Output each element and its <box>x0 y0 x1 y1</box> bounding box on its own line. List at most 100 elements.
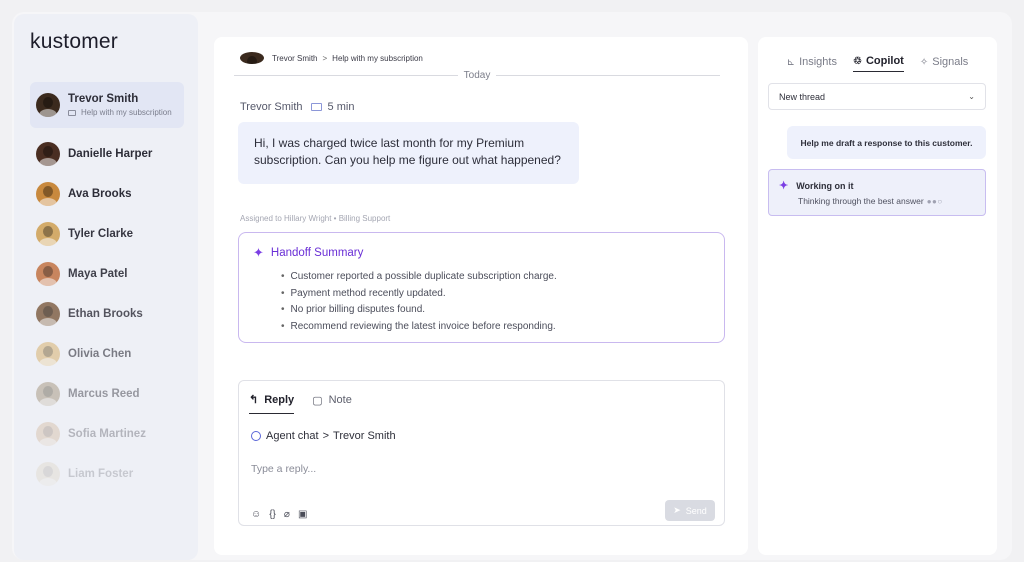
breadcrumb-contact[interactable]: Trevor Smith <box>272 54 318 63</box>
sidebar-contact[interactable]: Liam Foster <box>30 454 184 494</box>
handoff-item: Customer reported a possible duplicate s… <box>281 269 710 286</box>
send-label: Send <box>685 505 707 516</box>
sidebar-contact[interactable]: Marcus Reed <box>30 374 184 414</box>
breadcrumb: Trevor Smith > Help with my subscription <box>240 52 423 64</box>
status-title-row: ✦ Working on it <box>779 179 975 192</box>
contact-name: Ethan Brooks <box>68 308 143 320</box>
copilot-icon: ♲ <box>852 55 862 67</box>
channel-selector[interactable]: Agent chat > Trevor Smith <box>251 430 396 442</box>
sidebar-contact[interactable]: Danielle Harper <box>30 134 184 174</box>
message-author: Trevor Smith <box>240 101 303 113</box>
tab-reply[interactable]: ↰ Reply <box>249 393 295 414</box>
reply-input[interactable] <box>251 463 691 475</box>
contact-name: Maya Patel <box>68 268 128 280</box>
contact-name: Olivia Chen <box>68 348 132 360</box>
divider-line <box>496 74 720 76</box>
contact-name: Ava Brooks <box>68 188 132 200</box>
sidebar-contact[interactable]: Maya Patel <box>30 254 184 294</box>
contact-avatar <box>36 462 60 486</box>
breadcrumb-separator: > <box>322 53 328 63</box>
copilot-status-card: ✦ Working on it Thinking through the bes… <box>768 169 986 216</box>
divider-line <box>234 74 458 76</box>
handoff-summary-card: ✦ Handoff Summary Customer reported a po… <box>238 232 725 343</box>
contact-text: Marcus Reed <box>68 388 140 400</box>
contact-text: Sofia Martinez <box>68 428 146 440</box>
handoff-item: Payment method recently updated. <box>281 286 710 303</box>
contact-avatar <box>36 262 60 286</box>
reply-composer: ↰ Reply ▢ Note Agent chat > Trevor Smith… <box>238 380 725 526</box>
contact-name: Tyler Clarke <box>68 228 133 240</box>
send-icon: ➤ <box>673 505 681 515</box>
handoff-item: Recommend reviewing the latest invoice b… <box>281 319 710 336</box>
sidebar: kustomer Trevor Smith Help with my subscr… <box>14 14 198 560</box>
sparkle-icon: ✦ <box>253 245 264 260</box>
sidebar-contact[interactable]: Ava Brooks <box>30 174 184 214</box>
sparkle-icon: ✦ <box>779 180 789 192</box>
contact-name: Marcus Reed <box>68 388 140 400</box>
customer-message: Hi, I was charged twice last month for m… <box>238 122 579 184</box>
tab-note-label: Note <box>328 394 352 406</box>
contact-name: Liam Foster <box>68 468 134 480</box>
contact-name: Sofia Martinez <box>68 428 146 440</box>
handoff-title-row: ✦ Handoff Summary <box>253 245 710 261</box>
chat-bubble-icon <box>251 431 261 441</box>
handoff-item: No prior billing disputes found. <box>281 302 710 319</box>
conversation-panel: Trevor Smith > Help with my subscription… <box>214 37 748 555</box>
contact-avatar <box>36 222 60 246</box>
reply-arrow-icon: ↰ <box>249 394 259 406</box>
status-subtitle-row: Thinking through the best answer ●●○ <box>779 196 975 206</box>
thread-select[interactable]: New thread ⌄ <box>768 83 986 110</box>
tab-note[interactable]: ▢ Note <box>312 394 352 414</box>
assignment-info: Assigned to Hillary Wright • Billing Sup… <box>240 214 391 223</box>
contact-list: Trevor Smith Help with my subscription Dan… <box>30 82 184 494</box>
contact-avatar <box>36 142 60 166</box>
send-button[interactable]: ➤ Send <box>665 500 715 521</box>
contact-text: Danielle Harper <box>68 148 152 160</box>
sidebar-contact[interactable]: Ethan Brooks <box>30 294 184 334</box>
sidebar-contact[interactable]: Trevor Smith Help with my subscription <box>30 82 184 128</box>
contact-text: Olivia Chen <box>68 348 131 360</box>
channel-separator: > <box>322 430 330 442</box>
chevron-down-icon: ⌄ <box>968 92 975 101</box>
composer-toolbar: ☺ {} ⌀ ▣ <box>251 509 315 520</box>
status-subtitle: Thinking through the best answer <box>798 196 924 206</box>
contact-text: Ethan Brooks <box>68 308 143 320</box>
variables-icon[interactable]: {} <box>269 509 276 520</box>
recipient-label: Trevor Smith <box>333 430 396 442</box>
contact-name: Danielle Harper <box>68 148 153 160</box>
date-divider: Today <box>234 69 720 81</box>
email-icon <box>310 103 322 111</box>
contact-avatar <box>36 382 60 406</box>
contact-avatar <box>36 302 60 326</box>
copilot-tabs: ⊾ Insights ♲ Copilot ✧ Signals <box>758 37 997 72</box>
thread-select-value: New thread <box>779 91 826 102</box>
contact-text: Trevor Smith Help with my subscription <box>68 93 172 117</box>
contact-text: Ava Brooks <box>68 188 132 200</box>
contact-avatar <box>36 342 60 366</box>
sidebar-contact[interactable]: Sofia Martinez <box>30 414 184 454</box>
contact-subtitle: Help with my subscription <box>68 108 172 117</box>
copilot-user-prompt: Help me draft a response to this custome… <box>787 126 986 159</box>
breadcrumb-topic: Help with my subscription <box>332 53 423 63</box>
loading-dots-icon: ●●○ <box>926 197 943 206</box>
composer-tabs: ↰ Reply ▢ Note <box>249 393 352 414</box>
email-icon <box>68 109 76 116</box>
channel-label: Agent chat <box>266 430 319 442</box>
message-time: 5 min <box>327 101 355 113</box>
media-icon[interactable]: ▣ <box>298 509 307 520</box>
sidebar-contact[interactable]: Tyler Clarke <box>30 214 184 254</box>
emoji-icon[interactable]: ☺ <box>251 509 261 520</box>
tab-copilot[interactable]: ♲ Copilot <box>852 55 904 72</box>
handoff-list: Customer reported a possible duplicate s… <box>253 269 710 335</box>
tab-insights[interactable]: ⊾ Insights <box>787 56 837 72</box>
tab-signals[interactable]: ✧ Signals <box>920 56 968 72</box>
tab-signals-label: Signals <box>932 56 969 68</box>
sidebar-contact[interactable]: Olivia Chen <box>30 334 184 374</box>
attachment-icon[interactable]: ⌀ <box>284 509 290 520</box>
message-header: Trevor Smith 5 min <box>240 101 354 113</box>
date-divider-label: Today <box>463 69 491 81</box>
handoff-title: Handoff Summary <box>270 247 364 259</box>
note-icon: ▢ <box>312 394 323 407</box>
contact-text: Maya Patel <box>68 268 127 280</box>
contact-name: Trevor Smith <box>68 93 139 105</box>
